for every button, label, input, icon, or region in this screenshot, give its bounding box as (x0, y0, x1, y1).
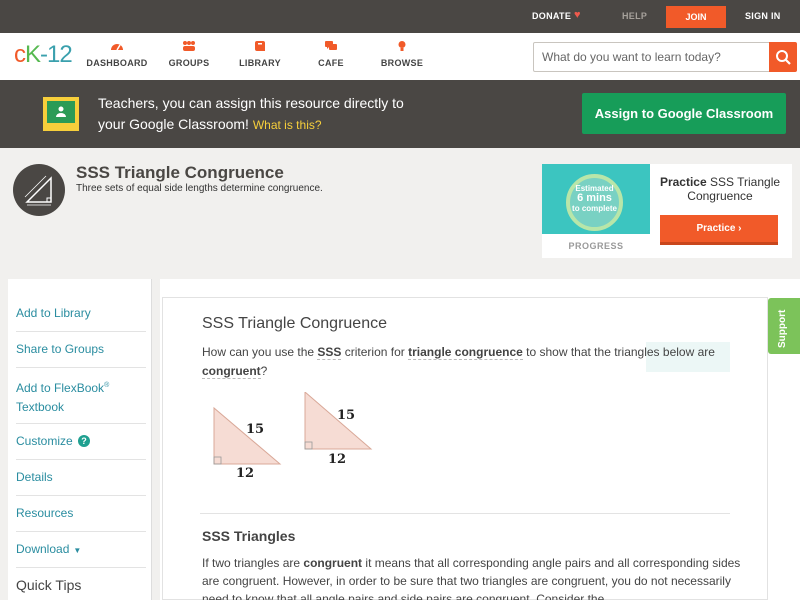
assign-to-google-classroom-button[interactable]: Assign to Google Classroom (582, 93, 786, 134)
sidebar-item-resources[interactable]: Resources (16, 504, 146, 532)
sidebar-item-download[interactable]: Download ▼ (16, 540, 146, 568)
congruent-triangles-figure: 15 12 15 12 (213, 392, 373, 480)
banner-line-1: Teachers, you can assign this resource d… (98, 95, 404, 111)
sidebar: Add to Library Share to Groups Add to Fl… (8, 279, 152, 600)
practice-progress-image[interactable]: Estimated 6 mins to complete (542, 164, 650, 234)
browse-icon (398, 41, 406, 51)
heart-icon: ♥ (574, 9, 581, 21)
join-button[interactable]: JOIN (666, 6, 726, 28)
triangle-2-hypotenuse: 15 (337, 408, 355, 423)
nav-label: CAFE (318, 58, 344, 68)
google-classroom-banner: Teachers, you can assign this resource d… (0, 80, 800, 148)
section-heading: SSS Triangles (202, 528, 296, 544)
search-button[interactable] (769, 42, 797, 72)
triangle-1-hypotenuse: 15 (246, 422, 264, 437)
groups-icon (183, 41, 195, 51)
section-divider (200, 513, 730, 514)
search-input[interactable] (533, 42, 770, 72)
nav-label: GROUPS (168, 58, 210, 68)
triangle-concept-icon (13, 164, 65, 216)
nav-cafe[interactable]: CAFE (296, 40, 366, 68)
help-icon[interactable]: ? (78, 435, 91, 447)
library-icon (255, 41, 265, 51)
term-link[interactable]: SSS (317, 345, 342, 360)
search-icon (776, 50, 791, 65)
ck12-logo[interactable]: cK-12 (14, 41, 73, 69)
top-bar: DONATE ♥ HELP JOIN SIGN IN (0, 0, 800, 33)
estimated-time: Estimated 6 mins to complete (572, 184, 617, 213)
sign-in-link[interactable]: SIGN IN (745, 11, 781, 21)
what-is-this-link[interactable]: What is this? (253, 118, 322, 132)
nav-label: LIBRARY (239, 58, 281, 68)
cafe-icon (325, 41, 337, 50)
triangle-2-base: 12 (328, 452, 346, 467)
person-icon (56, 106, 66, 117)
main-nav: cK-12 DASHBOARD GROUPS LIBRARY CAFE BROW… (0, 33, 800, 80)
nav-label: BROWSE (380, 58, 424, 68)
help-link[interactable]: HELP (622, 11, 647, 21)
nav-groups[interactable]: GROUPS (154, 40, 224, 68)
sidebar-item-add-to-flexbook[interactable]: Add to FlexBook® Textbook (16, 376, 146, 424)
practice-heading: Practice SSS Triangle Congruence (659, 175, 781, 203)
concept-title: SSS Triangle Congruence (76, 163, 284, 182)
lesson-question: How can you use the SSS criterion for tr… (202, 345, 715, 379)
nav-label: DASHBOARD (86, 58, 148, 68)
lesson-title: SSS Triangle Congruence (202, 315, 387, 332)
nav-dashboard[interactable]: DASHBOARD (82, 40, 152, 68)
support-tab[interactable]: Support (768, 298, 800, 354)
progress-label: PROGRESS (568, 241, 624, 251)
practice-button[interactable]: Practice › (660, 215, 778, 245)
quick-tips-heading: Quick Tips (16, 577, 82, 593)
caret-down-icon: ▼ (73, 546, 82, 555)
google-classroom-icon (43, 97, 79, 131)
sidebar-item-details[interactable]: Details (16, 468, 146, 496)
dashboard-icon (111, 44, 123, 51)
concept-subtitle: Three sets of equal side lengths determi… (76, 183, 323, 194)
sidebar-item-add-to-library[interactable]: Add to Library (16, 304, 146, 332)
practice-card: Estimated 6 mins to complete PROGRESS Pr… (542, 164, 792, 258)
donate-link[interactable]: DONATE (532, 11, 571, 21)
banner-message: Teachers, you can assign this resource d… (98, 93, 404, 136)
term-link[interactable]: triangle congruence (408, 345, 523, 360)
triangle-1-base: 12 (236, 466, 254, 480)
chevron-right-icon: › (738, 223, 742, 234)
nav-browse[interactable]: BROWSE (367, 40, 437, 68)
sidebar-item-customize[interactable]: Customize ? (16, 432, 146, 460)
nav-library[interactable]: LIBRARY (225, 40, 295, 68)
term-link[interactable]: congruent (202, 364, 261, 379)
sidebar-item-share-to-groups[interactable]: Share to Groups (16, 340, 146, 368)
lesson-paragraph: If two triangles are congruent it means … (202, 556, 741, 600)
banner-line-2: your Google Classroom! (98, 116, 249, 132)
